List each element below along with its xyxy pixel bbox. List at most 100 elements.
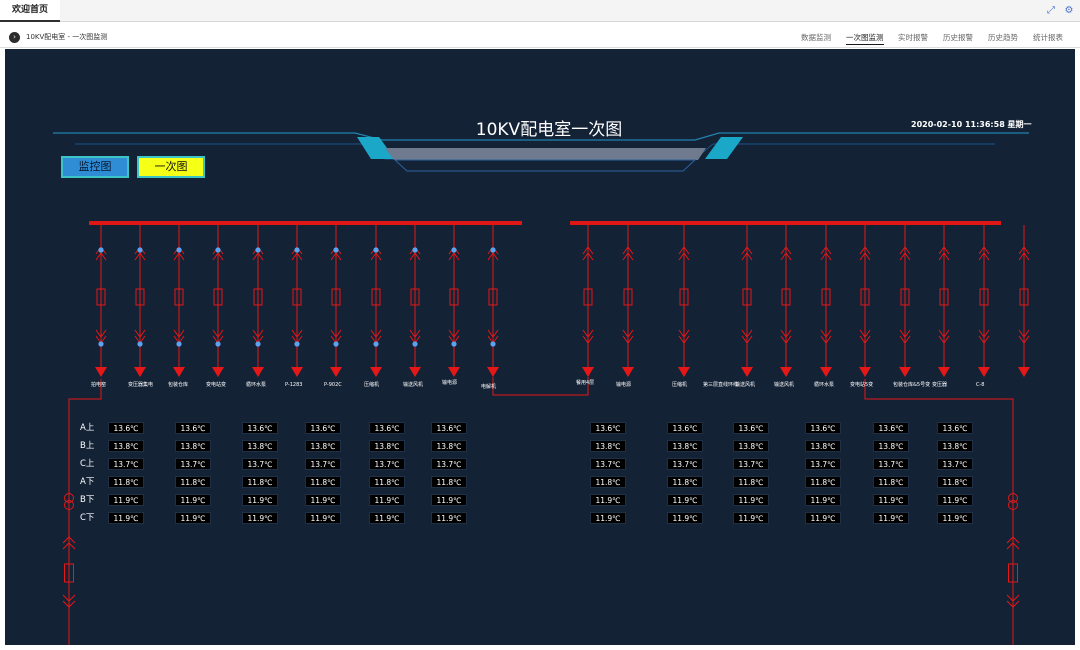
feeder-label: 变电站5变 [850, 382, 874, 388]
feeder-label: 压缩机 [672, 382, 688, 388]
temperature-cell: 13.8℃ [369, 440, 405, 452]
node-dot [294, 247, 300, 253]
temperature-cell: 13.7℃ [175, 458, 211, 470]
busbar-right [570, 221, 1001, 225]
single-line-diagram-stage: 10KV配电室一次图 2020-02-10 11:36:58 星期一 监控图 一… [5, 49, 1075, 645]
temperature-cell: 13.7℃ [733, 458, 769, 470]
temperature-cell: 13.6℃ [305, 422, 341, 434]
temperature-cell: 13.6℃ [590, 422, 626, 434]
nav-tab[interactable]: 历史报警 [943, 31, 973, 44]
temperature-cell: 11.8℃ [667, 476, 703, 488]
temperature-cell: 11.8℃ [431, 476, 467, 488]
breadcrumb-bar: › 10KV配电室 - 一次图监测 数据监测 一次图监测 实时报警 历史报警 历史趋势 统… [0, 28, 1080, 48]
load-arrow [741, 367, 753, 377]
temperature-cell: 13.8℃ [108, 440, 144, 452]
nav-tab[interactable]: 统计报表 [1033, 31, 1063, 44]
node-dot [412, 247, 418, 253]
nav-tab[interactable]: 历史趋势 [988, 31, 1018, 44]
node-dot [176, 341, 182, 347]
feeder-label: 包装仓库 [168, 382, 189, 388]
phase-label: B下 [80, 495, 95, 505]
temperature-cell: 11.8℃ [805, 476, 841, 488]
temperature-cell: 11.9℃ [667, 494, 703, 506]
nav-tab[interactable]: 实时报警 [898, 31, 928, 44]
feeder-label: C-8 [976, 382, 985, 388]
temperature-cell: 11.8℃ [733, 476, 769, 488]
load-arrow [780, 367, 792, 377]
single-line-view-button[interactable]: 一次图 [137, 156, 205, 178]
node-dot [215, 341, 221, 347]
temperature-cell: 11.9℃ [175, 512, 211, 524]
feeder-label: 包装仓库&5号变 [893, 382, 931, 388]
header-frame [393, 159, 697, 172]
node-dot [333, 341, 339, 347]
temperature-cell: 13.6℃ [805, 422, 841, 434]
phase-label: A上 [80, 423, 95, 433]
load-arrow [678, 367, 690, 377]
busbar-left [89, 221, 522, 225]
load-arrow [291, 367, 303, 377]
temperature-cell: 13.8℃ [873, 440, 909, 452]
feeder-label: 第三层直线环线 [703, 382, 739, 388]
node-dot [255, 247, 261, 253]
temperature-cell: 13.6℃ [369, 422, 405, 434]
feeder-label: P-1283 [285, 382, 303, 388]
node-dot [451, 247, 457, 253]
temperature-cell: 11.8℃ [305, 476, 341, 488]
nav-tab[interactable]: 数据监测 [801, 31, 831, 44]
feeder-label: 输送风机 [735, 382, 756, 388]
node-dot [215, 247, 221, 253]
temperature-cell: 13.7℃ [305, 458, 341, 470]
temperature-cell: 13.6℃ [937, 422, 973, 434]
temperature-cell: 11.9℃ [733, 512, 769, 524]
temperature-cell: 11.9℃ [242, 494, 278, 506]
nav-tab[interactable]: 一次图监测 [846, 31, 884, 45]
header-center-bar [385, 148, 706, 160]
circle-arrow-icon[interactable]: › [9, 32, 20, 43]
temperature-cell: 11.9℃ [431, 494, 467, 506]
temperature-cell: 13.6℃ [242, 422, 278, 434]
feeder-label: 压缩机 [364, 382, 380, 388]
feeder-label: 输电源 [442, 380, 458, 386]
feeder-label: 变压器集电 [128, 382, 154, 388]
temperature-cell: 13.6℃ [431, 422, 467, 434]
feeder-label: 循环水泵 [814, 382, 835, 388]
temperature-cell: 11.9℃ [733, 494, 769, 506]
node-dot [294, 341, 300, 347]
load-arrow [173, 367, 185, 377]
temperature-cell: 13.6℃ [108, 422, 144, 434]
settings-icon[interactable]: ⚙ [1062, 4, 1076, 18]
date-time-display: 2020-02-10 11:36:58 星期一 [911, 120, 1032, 129]
temperature-cell: 13.8℃ [937, 440, 973, 452]
temperature-cell: 11.8℃ [175, 476, 211, 488]
feeder-label: 拍电窑 [91, 382, 107, 388]
node-dot [98, 341, 104, 347]
temperature-cell: 13.7℃ [431, 458, 467, 470]
temperature-cell: 11.9℃ [175, 494, 211, 506]
temperature-cell: 11.9℃ [937, 494, 973, 506]
node-dot [333, 247, 339, 253]
monitor-view-button[interactable]: 监控图 [61, 156, 129, 178]
temperature-cell: 11.9℃ [873, 494, 909, 506]
temperature-cell: 11.8℃ [108, 476, 144, 488]
feeder-label: 输送风机 [403, 382, 424, 388]
temperature-cell: 11.9℃ [667, 512, 703, 524]
load-arrow [134, 367, 146, 377]
feeder-label: 电解机 [481, 384, 497, 390]
load-arrow [252, 367, 264, 377]
load-arrow [212, 367, 224, 377]
node-dot [98, 247, 104, 253]
temperature-cell: 13.6℃ [873, 422, 909, 434]
temperature-cell: 13.8℃ [305, 440, 341, 452]
temperature-cell: 11.9℃ [369, 494, 405, 506]
header-accent-right [705, 137, 743, 159]
temperature-cell: 13.7℃ [590, 458, 626, 470]
phase-label: A下 [80, 477, 95, 487]
feeder-label: 循环水泵 [246, 382, 267, 388]
node-dot [137, 341, 143, 347]
home-tab[interactable]: 欢迎首页 [0, 0, 61, 22]
phase-label: C上 [80, 459, 95, 469]
load-arrow [95, 367, 107, 377]
node-dot [412, 341, 418, 347]
expand-icon[interactable]: ⤢ [1044, 4, 1058, 18]
